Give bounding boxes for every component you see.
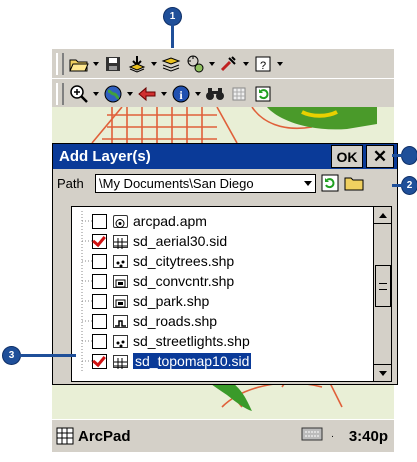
- file-checkbox[interactable]: [92, 333, 107, 349]
- file-checkbox[interactable]: [92, 293, 107, 309]
- dialog-title: Add Layer(s): [59, 148, 151, 165]
- start-menu[interactable]: ArcPad: [56, 427, 301, 445]
- line-shapefile-icon: [113, 314, 128, 328]
- open-folder-icon[interactable]: [67, 52, 91, 76]
- add-layer-icon[interactable]: [125, 52, 149, 76]
- refresh-icon[interactable]: [251, 82, 275, 106]
- path-dropdown[interactable]: \My Documents\San Diego: [95, 173, 316, 193]
- file-list[interactable]: arcpad.apm sd_aerial30.sid sd_citytrees.…: [71, 206, 392, 382]
- grid-icon[interactable]: [227, 82, 251, 106]
- scroll-down-button[interactable]: [374, 364, 391, 381]
- keyboard-dropdown-icon[interactable]: ·: [331, 431, 339, 442]
- info-dropdown-arrow[interactable]: [193, 82, 203, 106]
- keyboard-icon[interactable]: [301, 427, 323, 446]
- file-name: sd_convcntr.shp: [133, 273, 235, 289]
- callout-1: 1: [164, 8, 181, 25]
- path-row: Path \My Documents\San Diego: [53, 169, 397, 197]
- file-name-selected: sd_topomap10.sid: [133, 353, 252, 369]
- list-item[interactable]: sd_roads.shp: [92, 311, 217, 331]
- save-icon[interactable]: [101, 52, 125, 76]
- help-dropdown-arrow[interactable]: [275, 52, 285, 76]
- path-label: Path: [57, 175, 84, 191]
- file-checkbox[interactable]: [92, 353, 107, 369]
- callout-4: [402, 147, 417, 164]
- back-dropdown-arrow[interactable]: [159, 82, 169, 106]
- add-layer-dropdown-arrow[interactable]: [149, 52, 159, 76]
- gps-icon[interactable]: [183, 52, 207, 76]
- dialog-titlebar: Add Layer(s) OK ✕: [53, 144, 397, 169]
- file-checkbox[interactable]: [92, 213, 107, 229]
- scroll-up-button[interactable]: [374, 207, 391, 224]
- list-item[interactable]: sd_convcntr.shp: [92, 271, 234, 291]
- map-document-icon: [113, 214, 128, 228]
- zoom-in-icon[interactable]: [67, 82, 91, 106]
- list-item[interactable]: sd_topomap10.sid: [92, 351, 252, 371]
- file-name: arcpad.apm: [133, 213, 207, 229]
- toolbar-navigation: i: [52, 78, 394, 110]
- app-name: ArcPad: [78, 427, 131, 445]
- callout-2: 2: [402, 177, 417, 194]
- binoculars-icon[interactable]: [203, 82, 227, 106]
- point-shapefile-icon: [113, 334, 128, 348]
- file-list-items: arcpad.apm sd_aerial30.sid sd_citytrees.…: [72, 207, 372, 381]
- callout-4-line: [392, 154, 404, 157]
- toolbar-grip[interactable]: [56, 53, 64, 75]
- arcpad-logo-icon: [56, 427, 74, 445]
- list-item[interactable]: arcpad.apm: [92, 211, 207, 231]
- list-item[interactable]: sd_citytrees.shp: [92, 251, 234, 271]
- file-checkbox[interactable]: [92, 233, 107, 249]
- clock[interactable]: 3:40p: [349, 428, 388, 445]
- callout-3-line: [20, 354, 76, 357]
- file-name: sd_citytrees.shp: [133, 253, 235, 269]
- help-icon[interactable]: ?: [251, 52, 275, 76]
- polygon-shapefile-icon: [113, 294, 128, 308]
- chevron-down-icon[interactable]: [301, 175, 315, 192]
- open-dropdown-arrow[interactable]: [91, 52, 101, 76]
- ok-button[interactable]: OK: [331, 145, 363, 168]
- info-icon[interactable]: i: [169, 82, 193, 106]
- toolbar-main: ?: [52, 48, 394, 80]
- tools-icon[interactable]: [217, 52, 241, 76]
- list-item[interactable]: sd_park.shp: [92, 291, 209, 311]
- scroll-thumb[interactable]: [375, 265, 391, 307]
- add-layers-dialog: Add Layer(s) OK ✕ Path \My Documents\San…: [52, 143, 398, 385]
- globe-dropdown-arrow[interactable]: [125, 82, 135, 106]
- taskbar: ArcPad · 3:40p: [52, 419, 394, 452]
- gps-dropdown-arrow[interactable]: [207, 52, 217, 76]
- file-name: sd_roads.shp: [133, 313, 218, 329]
- raster-grid-icon: [113, 234, 128, 249]
- file-checkbox[interactable]: [92, 273, 107, 289]
- callout-2-line: [392, 184, 404, 187]
- path-value: \My Documents\San Diego: [99, 175, 254, 191]
- raster-grid-icon: [113, 354, 128, 369]
- globe-icon[interactable]: [101, 82, 125, 106]
- file-name: sd_park.shp: [133, 293, 210, 309]
- polygon-shapefile-icon: [113, 274, 128, 288]
- callout-3: 3: [3, 347, 20, 364]
- file-checkbox[interactable]: [92, 253, 107, 269]
- toolbar-grip-2[interactable]: [56, 83, 64, 105]
- tools-dropdown-arrow[interactable]: [241, 52, 251, 76]
- list-item[interactable]: sd_aerial30.sid: [92, 231, 227, 251]
- refresh-path-icon[interactable]: [320, 173, 340, 193]
- zoom-dropdown-arrow[interactable]: [91, 82, 101, 106]
- browse-folder-icon[interactable]: [344, 173, 364, 193]
- file-checkbox[interactable]: [92, 313, 107, 329]
- list-item[interactable]: sd_streetlights.shp: [92, 331, 250, 351]
- file-name: sd_streetlights.shp: [133, 333, 250, 349]
- file-name: sd_aerial30.sid: [133, 233, 228, 249]
- back-arrow-icon[interactable]: [135, 82, 159, 106]
- svg-text:?: ?: [260, 60, 266, 72]
- layers-icon[interactable]: [159, 52, 183, 76]
- point-shapefile-icon: [113, 254, 128, 268]
- vertical-scrollbar[interactable]: [373, 207, 391, 381]
- close-button[interactable]: ✕: [366, 145, 394, 168]
